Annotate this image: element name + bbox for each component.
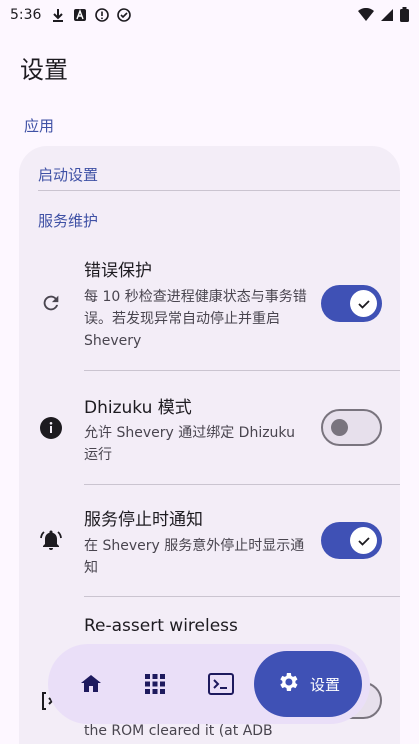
startup-settings-label[interactable]: 启动设置 [38,164,98,185]
toggle-knob [350,527,377,554]
nav-settings-active[interactable]: 设置 [254,651,362,717]
terminal-icon[interactable] [205,668,237,700]
home-icon[interactable] [75,668,107,700]
status-time: 5:36 [10,7,42,23]
stop-notify-toggle[interactable] [321,522,382,559]
check-circle-icon [117,8,132,22]
error-protection-toggle[interactable] [321,285,382,322]
setting-desc: 每 10 秒检查进程健康状态与事务错误。若发现异常自动停止并重启 Shevery [84,289,307,349]
battery-icon [400,7,409,26]
divider [38,190,400,191]
setting-title: Re-assert wireless [84,616,238,636]
setting-desc: 允许 Shevery 通过绑定 Dhizuku 运行 [84,425,295,463]
divider [84,596,400,597]
toggle-knob [331,419,348,436]
alert-icon [95,8,110,22]
dhizuku-toggle[interactable] [321,409,382,446]
download-icon [51,8,65,22]
setting-title: Dhizuku 模式 [84,398,192,418]
wifi-icon [358,7,374,26]
font-icon [73,8,87,22]
apps-grid-icon[interactable] [139,668,171,700]
bell-icon [38,527,64,553]
divider [84,484,400,485]
section-app-label: 应用 [24,117,55,135]
setting-desc: 在 Shevery 服务意外停止时显示通知 [84,538,305,576]
page-title: 设置 [20,56,68,84]
check-icon [357,536,370,546]
info-icon [38,415,64,441]
divider [84,370,400,371]
bottom-navigation: 设置 [48,644,370,724]
signal-icon [380,8,394,26]
setting-title: 服务停止时通知 [84,510,203,530]
toggle-knob [350,290,377,317]
status-right [358,7,409,26]
maintenance-label: 服务维护 [38,212,99,230]
gear-icon [276,670,300,698]
refresh-icon [38,290,64,316]
check-icon [357,299,370,309]
nav-settings-label: 设置 [309,675,340,694]
setting-title: 错误保护 [84,261,152,281]
status-bar: 5:36 [0,0,419,30]
